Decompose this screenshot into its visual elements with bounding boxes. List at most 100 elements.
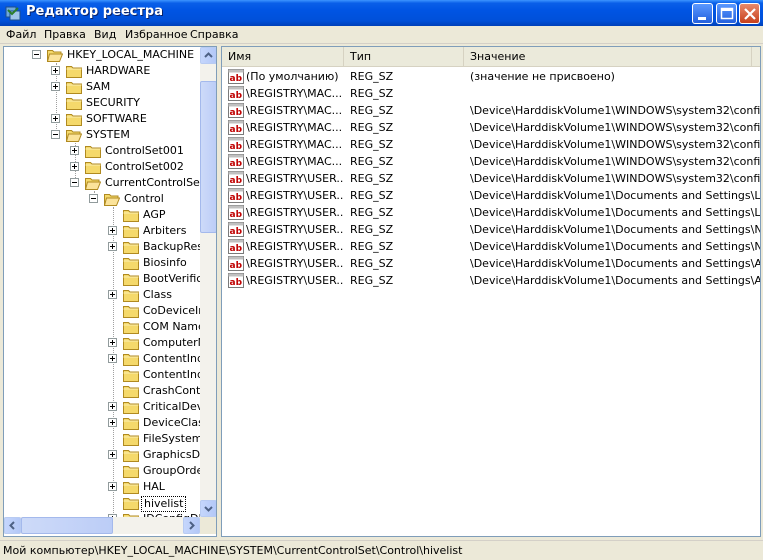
- collapse-icon[interactable]: [32, 50, 41, 59]
- value-row[interactable]: ab \REGISTRY\MAC... REG_SZ: [222, 85, 760, 102]
- value-name-cell: \REGISTRY\MAC...: [246, 138, 343, 151]
- expand-icon[interactable]: [108, 242, 117, 251]
- folder-icon: [123, 368, 139, 382]
- value-row[interactable]: ab \REGISTRY\USER... REG_SZ \Device\Harddis…: [222, 204, 760, 221]
- svg-text:ab: ab: [230, 244, 243, 254]
- menu-favorites[interactable]: Избранное: [125, 28, 187, 41]
- scroll-thumb[interactable]: [200, 81, 216, 233]
- value-type-cell: REG_SZ: [350, 189, 394, 202]
- value-type-cell: REG_SZ: [350, 206, 394, 219]
- value-row[interactable]: ab \REGISTRY\USER... REG_SZ \Device\Harddis…: [222, 221, 760, 238]
- expand-icon[interactable]: [108, 338, 117, 347]
- tree-item-label: CurrentControlSet: [105, 176, 200, 189]
- close-button[interactable]: [739, 3, 760, 24]
- folder-icon: [66, 112, 82, 126]
- tree-item-label: ComputerNa: [143, 336, 200, 349]
- tree-vertical-scrollbar[interactable]: [200, 47, 216, 517]
- folder-icon: [123, 480, 139, 494]
- folder-icon: [123, 256, 139, 270]
- folder-icon: [123, 416, 139, 430]
- status-bar: Мой компьютер\HKEY_LOCAL_MACHINE\SYSTEM\…: [0, 540, 763, 560]
- values-list[interactable]: Имя Тип Значение ab (По умолчанию) REG_SZ(…: [221, 46, 761, 537]
- column-header-type[interactable]: Тип: [344, 47, 464, 67]
- tree-item-label: HAL: [143, 480, 165, 493]
- expand-icon[interactable]: [70, 146, 79, 155]
- expand-icon[interactable]: [70, 162, 79, 171]
- value-row[interactable]: ab \REGISTRY\USER... REG_SZ \Device\Harddis…: [222, 272, 760, 289]
- value-row[interactable]: ab \REGISTRY\USER... REG_SZ \Device\Harddis…: [222, 255, 760, 272]
- collapse-icon[interactable]: [51, 130, 60, 139]
- value-row[interactable]: ab \REGISTRY\MAC... REG_SZ \Device\Harddisk…: [222, 102, 760, 119]
- menu-file[interactable]: Файл: [6, 28, 36, 41]
- svg-text:ab: ab: [230, 227, 243, 237]
- string-value-icon: ab: [228, 222, 244, 237]
- tree-item-label: ControlSet001: [105, 144, 184, 157]
- tree-item-label: BootVerifica: [143, 272, 200, 285]
- value-name-cell: \REGISTRY\MAC...: [246, 104, 343, 117]
- menu-view[interactable]: Вид: [94, 28, 116, 41]
- string-value-icon: ab: [228, 137, 244, 152]
- menu-help[interactable]: Справка: [190, 28, 238, 41]
- value-data-cell: \Device\HarddiskVolume1\Documents and Se…: [470, 274, 760, 287]
- value-row[interactable]: ab \REGISTRY\USER... REG_SZ \Device\Harddis…: [222, 238, 760, 255]
- tree-item-label: GroupOrder: [143, 464, 200, 477]
- folder-icon: [123, 496, 139, 510]
- scroll-up-button[interactable]: [200, 47, 216, 64]
- open-folder-icon: [103, 192, 121, 206]
- scroll-down-button[interactable]: [200, 500, 216, 517]
- value-name-cell: \REGISTRY\USER...: [246, 206, 344, 219]
- value-name-cell: \REGISTRY\USER...: [246, 172, 344, 185]
- scroll-right-button[interactable]: [183, 517, 200, 534]
- value-type-cell: REG_SZ: [350, 104, 394, 117]
- maximize-button[interactable]: [716, 3, 737, 24]
- value-type-cell: REG_SZ: [350, 240, 394, 253]
- tree-item-label: ContentInde: [143, 368, 200, 381]
- value-type-cell: REG_SZ: [350, 223, 394, 236]
- arrow-up-icon: [204, 52, 213, 58]
- value-row[interactable]: ab \REGISTRY\USER... REG_SZ \Device\Harddis…: [222, 170, 760, 187]
- tree-item-label: ControlSet002: [105, 160, 184, 173]
- expand-icon[interactable]: [51, 82, 60, 91]
- folder-icon: [66, 80, 82, 94]
- value-row[interactable]: ab \REGISTRY\USER... REG_SZ \Device\Harddis…: [222, 187, 760, 204]
- expand-icon[interactable]: [108, 354, 117, 363]
- hscroll-thumb[interactable]: [21, 517, 113, 534]
- svg-text:ab: ab: [230, 193, 243, 203]
- folder-icon: [66, 96, 82, 110]
- folder-icon: [123, 288, 139, 302]
- value-data-cell: \Device\HarddiskVolume1\WINDOWS\system32…: [470, 155, 760, 168]
- value-type-cell: REG_SZ: [350, 70, 394, 83]
- minimize-button[interactable]: [692, 3, 713, 24]
- menu-edit[interactable]: Правка: [44, 28, 86, 41]
- expand-icon[interactable]: [108, 402, 117, 411]
- column-header-name[interactable]: Имя: [222, 47, 344, 67]
- value-row[interactable]: ab \REGISTRY\MAC... REG_SZ \Device\Harddisk…: [222, 153, 760, 170]
- tree-item-label: SOFTWARE: [86, 112, 147, 125]
- folder-icon: [123, 240, 139, 254]
- svg-text:ab: ab: [230, 261, 243, 271]
- expand-icon[interactable]: [108, 290, 117, 299]
- expand-icon[interactable]: [51, 114, 60, 123]
- expand-icon[interactable]: [108, 418, 117, 427]
- expand-icon[interactable]: [108, 482, 117, 491]
- expand-icon[interactable]: [51, 66, 60, 75]
- value-row[interactable]: ab (По умолчанию) REG_SZ (значение не присв…: [222, 68, 760, 85]
- maximize-icon: [720, 7, 734, 20]
- value-row[interactable]: ab \REGISTRY\MAC... REG_SZ \Device\Harddisk…: [222, 136, 760, 153]
- string-value-icon: ab: [228, 188, 244, 203]
- collapse-icon[interactable]: [70, 178, 79, 187]
- title-bar[interactable]: Редактор реестра: [0, 0, 763, 26]
- string-value-icon: ab: [228, 256, 244, 271]
- value-data-cell: \Device\HarddiskVolume1\Documents and Se…: [470, 206, 760, 219]
- expand-icon[interactable]: [108, 450, 117, 459]
- collapse-icon[interactable]: [89, 194, 98, 203]
- tree-item-label: SAM: [86, 80, 111, 93]
- value-data-cell: \Device\HarddiskVolume1\WINDOWS\system32…: [470, 104, 760, 117]
- tree-horizontal-scrollbar[interactable]: [4, 517, 200, 534]
- registry-tree[interactable]: HKEY_LOCAL_MACHINE HARDWARE SAM SECURITY SOF…: [3, 46, 217, 537]
- scroll-left-button[interactable]: [4, 517, 21, 534]
- column-header-data[interactable]: Значение: [464, 47, 752, 67]
- expand-icon[interactable]: [108, 226, 117, 235]
- tree-rows: HKEY_LOCAL_MACHINE HARDWARE SAM SECURITY SOF…: [4, 47, 200, 517]
- value-row[interactable]: ab \REGISTRY\MAC... REG_SZ \Device\Harddisk…: [222, 119, 760, 136]
